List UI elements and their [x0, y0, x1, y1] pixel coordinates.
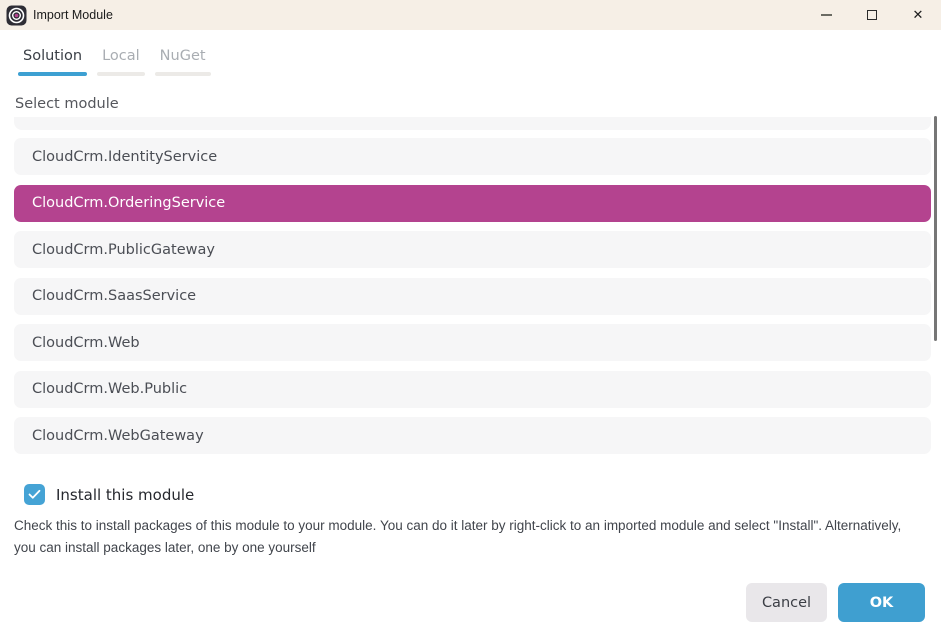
select-module-label: Select module [15, 96, 119, 112]
app-logo-icon [6, 5, 27, 26]
close-icon: ✕ [913, 8, 924, 23]
module-row-label: CloudCrm.WebGateway [32, 428, 204, 444]
tab-bar: Solution Local NuGet [18, 48, 211, 76]
module-row-label: CloudCrm.SaasService [32, 288, 196, 304]
tab[interactable]: Local [97, 48, 145, 76]
close-button[interactable]: ✕ [895, 0, 941, 30]
install-option: Install this module [24, 484, 194, 505]
tab-underline [155, 72, 211, 76]
checkmark-icon [28, 489, 41, 500]
module-row[interactable]: CloudCrm.IdentityService [14, 138, 931, 175]
module-row[interactable]: CloudCrm.WebGateway [14, 417, 931, 454]
tab-label: NuGet [155, 48, 211, 72]
install-checkbox[interactable] [24, 484, 45, 505]
module-row[interactable]: CloudCrm.PublicGateway [14, 231, 931, 268]
install-checkbox-label[interactable]: Install this module [56, 486, 194, 504]
module-row[interactable]: CloudCrm.Web [14, 324, 931, 361]
tab-label: Local [97, 48, 145, 72]
window-title: Import Module [33, 8, 113, 22]
module-row-label: CloudCrm.Web.Public [32, 381, 187, 397]
maximize-icon [867, 10, 877, 20]
titlebar: Import Module ✕ [0, 0, 941, 30]
tab-label: Solution [18, 48, 87, 72]
import-module-dialog: Import Module ✕ Solution Local [0, 0, 941, 644]
module-list: CloudCrm.IdentityService CloudCrm.Orderi… [14, 117, 931, 457]
cancel-button[interactable]: Cancel [746, 583, 827, 622]
ok-button[interactable]: OK [838, 583, 925, 622]
module-row-label: CloudCrm.Web [32, 335, 140, 351]
module-row[interactable]: CloudCrm.Web.Public [14, 371, 931, 408]
tab-underline [97, 72, 145, 76]
maximize-button[interactable] [849, 0, 895, 30]
tab[interactable]: Solution [18, 48, 87, 76]
module-row-label: CloudCrm.IdentityService [32, 149, 217, 165]
minimize-button[interactable] [803, 0, 849, 30]
module-row-partial[interactable] [14, 117, 931, 130]
minimize-icon [821, 14, 832, 15]
tab-underline [18, 72, 87, 76]
dialog-footer: Cancel OK [746, 583, 925, 622]
list-scrollbar[interactable] [934, 116, 937, 341]
window-controls: ✕ [803, 0, 941, 30]
module-row[interactable]: CloudCrm.OrderingService [14, 185, 931, 222]
module-row-label: CloudCrm.OrderingService [32, 195, 225, 211]
install-description: Check this to install packages of this m… [14, 515, 926, 559]
tab[interactable]: NuGet [155, 48, 211, 76]
module-row[interactable]: CloudCrm.SaasService [14, 278, 931, 315]
module-row-label: CloudCrm.PublicGateway [32, 242, 215, 258]
